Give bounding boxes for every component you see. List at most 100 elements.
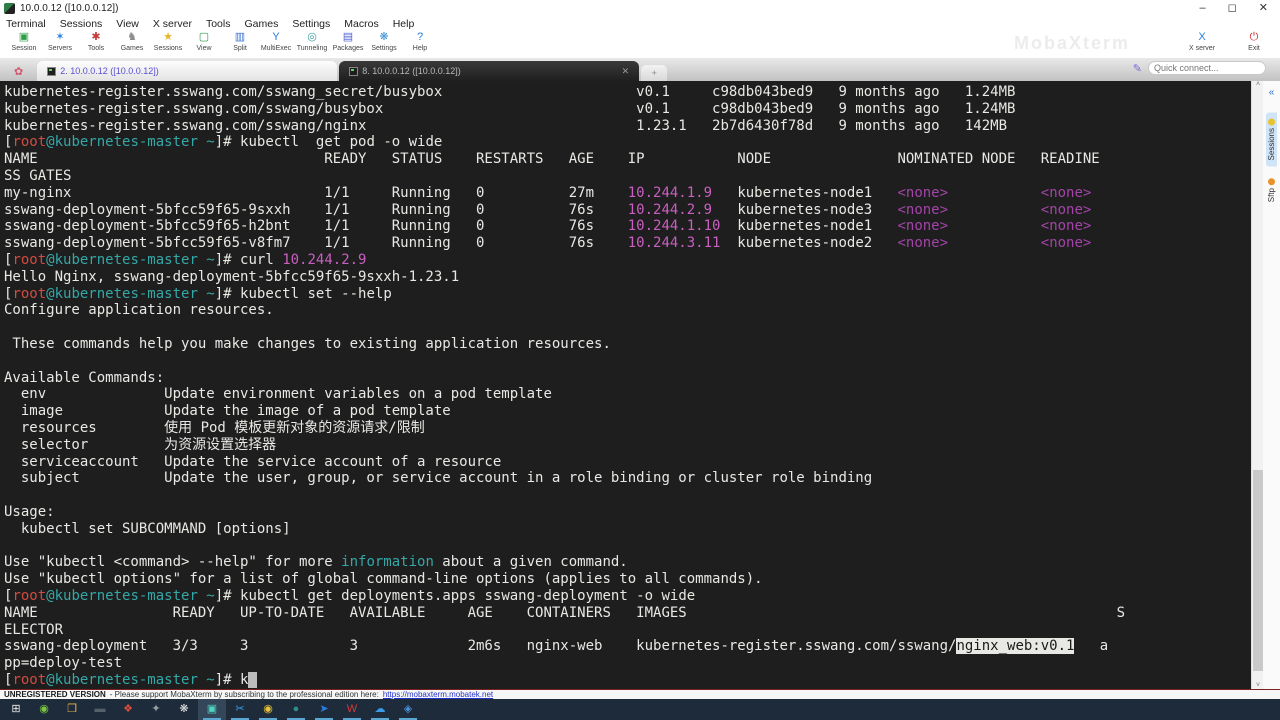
scroll-up-icon[interactable]: ˄ — [1252, 81, 1264, 88]
chrome-icon[interactable]: ◉ — [254, 699, 282, 720]
menu-item-settings[interactable]: Settings — [292, 18, 330, 30]
menu-item-sessions[interactable]: Sessions — [60, 18, 103, 30]
gray-app-icon: ✦ — [151, 703, 161, 715]
toolbar-button-label: MultiExec — [260, 45, 292, 52]
multiexec-button[interactable]: Y MultiExec — [258, 31, 294, 53]
settings-button[interactable]: ❋ Settings — [366, 31, 402, 53]
menu-item-terminal[interactable]: Terminal — [6, 18, 46, 30]
wps-icon[interactable]: W — [338, 699, 366, 720]
sidebar-tab-sessions[interactable]: Sessions — [1266, 112, 1277, 167]
cloud-app-icon: ☁ — [374, 703, 386, 715]
menu-item-x-server[interactable]: X server — [153, 18, 192, 30]
menu-item-help[interactable]: Help — [393, 18, 415, 30]
start-button[interactable]: ⊞ — [2, 699, 30, 720]
terminal-line: These commands help you make changes to … — [4, 335, 611, 352]
toolbar-button-label: Sessions — [153, 45, 183, 52]
blue-bird-app-icon[interactable]: ➤ — [310, 699, 338, 720]
split-button[interactable]: ▥ Split — [222, 31, 258, 53]
terminal-line: kubernetes-register.sswang.com/sswang/bu… — [4, 100, 1016, 117]
toolbar-button-label: Tools — [87, 45, 105, 52]
file-explorer-icon: ❒ — [67, 703, 77, 715]
collapse-sidebar-icon[interactable]: « — [1269, 87, 1275, 98]
help-button[interactable]: ? Help — [402, 31, 438, 53]
session-button[interactable]: ▣ Session — [6, 31, 42, 53]
menu-item-macros[interactable]: Macros — [344, 18, 378, 30]
terminal-line: NAME READY STATUS RESTARTS AGE IP NODE N… — [4, 151, 1100, 168]
green-app-icon: ◉ — [39, 703, 49, 715]
quick-connect-input[interactable] — [1148, 61, 1266, 75]
title-bar: 10.0.0.12 ([10.0.0.12]) – ◻ ✕ — [0, 0, 1280, 16]
terminal-line: [root@kubernetes-master ~]# curl 10.244.… — [4, 251, 367, 268]
blue-circle-app-icon: ◈ — [403, 703, 413, 715]
windows-taskbar: ⊞ ◉ ❒ ▬ ❖ ✦ ❋ ▣ ✂ ◉ ● ➤ W ☁ ◈ — [0, 699, 1280, 720]
servers-icon: ✶ — [55, 31, 65, 43]
mobaxterm-icon[interactable]: ▣ — [198, 699, 226, 720]
sidebar-tab-sftp[interactable]: Sftp — [1266, 172, 1277, 208]
close-button[interactable]: ✕ — [1259, 1, 1268, 15]
screenshot-app-icon[interactable]: ✂ — [226, 699, 254, 720]
home-icon[interactable]: ✿ — [4, 65, 37, 81]
view-button[interactable]: ▢ View — [186, 31, 222, 53]
servers-button[interactable]: ✶ Servers — [42, 31, 78, 53]
terminal-line: Available Commands: — [4, 369, 165, 386]
scroll-down-icon[interactable]: ˅ — [1252, 682, 1264, 689]
menu-item-view[interactable]: View — [116, 18, 139, 30]
file-explorer-icon[interactable]: ❒ — [58, 699, 86, 720]
dark-app-icon: ▬ — [94, 703, 106, 715]
menu-bar: Terminal Sessions View X server Tools Games Se… — [0, 16, 1280, 31]
white-flower-icon: ❋ — [179, 703, 189, 715]
tab-label: 8. 10.0.0.12 ([10.0.0.12]) — [362, 66, 461, 76]
terminal-line: Use "kubectl options" for a list of glob… — [4, 571, 763, 588]
unregistered-version-label: UNREGISTERED VERSION — [4, 690, 106, 699]
tools-icon: ✱ — [91, 31, 101, 43]
toolbar-button-label: View — [196, 45, 212, 52]
terminal-scrollbar[interactable]: ˄ ˅ — [1251, 81, 1263, 689]
tab-label: 2. 10.0.0.12 ([10.0.0.12]) — [60, 66, 159, 76]
gray-app-icon[interactable]: ✦ — [142, 699, 170, 720]
terminal-line: Usage: — [4, 503, 55, 520]
sidebar-tab-label: Sessions — [1267, 128, 1276, 161]
tools-button[interactable]: ✱ Tools — [78, 31, 114, 53]
settings-icon: ❋ — [379, 31, 389, 43]
mobaxterm-icon: ▣ — [206, 703, 218, 715]
green-app-icon[interactable]: ◉ — [30, 699, 58, 720]
exit-button[interactable]: ⏻ Exit — [1236, 31, 1272, 53]
tab-close-icon[interactable]: ✕ — [602, 66, 630, 77]
menu-item-games[interactable]: Games — [244, 18, 278, 30]
tunneling-button[interactable]: ◎ Tunneling — [294, 31, 330, 53]
terminal-line: serviceaccount Update the service accoun… — [4, 453, 502, 470]
sftp-tab-icon — [1268, 178, 1275, 186]
packages-button[interactable]: ▤ Packages — [330, 31, 366, 53]
scrollbar-thumb[interactable] — [1253, 470, 1263, 671]
toolbar-button-label: Packages — [332, 45, 364, 52]
toolbar: ▣ Session ✶ Servers ✱ Tools ♞ Games ★ Sessions ▢ Vi… — [0, 31, 1280, 58]
terminal-line: SS GATES — [4, 167, 72, 184]
screenshot-app-icon: ✂ — [235, 703, 245, 715]
white-flower-icon[interactable]: ❋ — [170, 699, 198, 720]
toolbar-button-label: Session — [11, 45, 37, 52]
x-server-button[interactable]: X X server — [1184, 31, 1220, 53]
terminal-line: ELECTOR — [4, 621, 64, 638]
dark-app-icon[interactable]: ▬ — [86, 699, 114, 720]
terminal-line: my-nginx 1/1 Running 0 27m 10.244.1.9 ku… — [4, 184, 1092, 201]
games-button[interactable]: ♞ Games — [114, 31, 150, 53]
right-sidebar: « Sessions Sftp — [1263, 81, 1280, 689]
teal-app-icon: ● — [292, 703, 300, 715]
minimize-button[interactable]: – — [1200, 1, 1206, 15]
colorful-app-icon[interactable]: ❖ — [114, 699, 142, 720]
mobatek-link[interactable]: https://mobaxterm.mobatek.net — [383, 690, 493, 699]
terminal-screen[interactable]: kubernetes-register.sswang.com/sswang_se… — [0, 81, 1251, 689]
wps-icon: W — [346, 703, 358, 715]
tab-session-2[interactable]: 2. 10.0.0.12 ([10.0.0.12]) — [37, 61, 338, 81]
mobaxterm-watermark: MobaXterm — [1013, 33, 1130, 53]
blue-circle-app-icon[interactable]: ◈ — [394, 699, 422, 720]
cloud-app-icon[interactable]: ☁ — [366, 699, 394, 720]
menu-item-tools[interactable]: Tools — [206, 18, 231, 30]
tab-session-8[interactable]: 8. 10.0.0.12 ([10.0.0.12]) ✕ — [339, 61, 640, 81]
sessions-button[interactable]: ★ Sessions — [150, 31, 186, 53]
maximize-button[interactable]: ◻ — [1228, 1, 1237, 15]
new-tab-button[interactable]: + — [641, 65, 668, 81]
teal-app-icon[interactable]: ● — [282, 699, 310, 720]
terminal-line: pp=deploy-test — [4, 655, 123, 672]
